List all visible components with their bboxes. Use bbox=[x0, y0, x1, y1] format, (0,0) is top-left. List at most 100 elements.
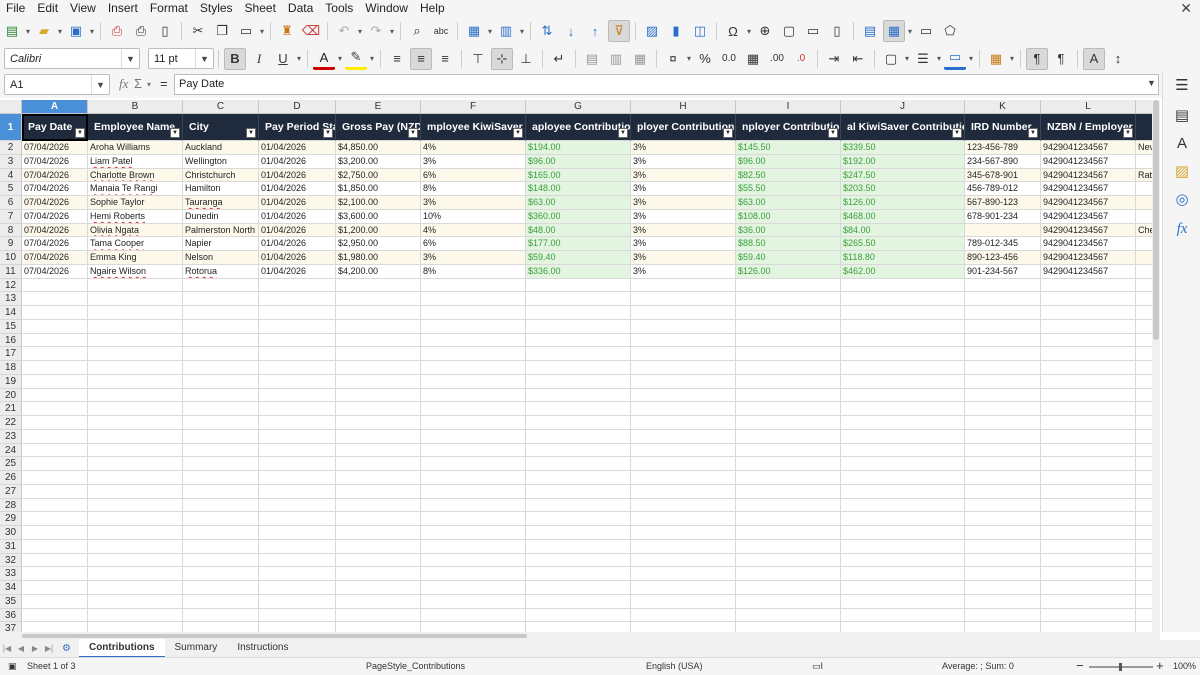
table-cell[interactable] bbox=[526, 512, 631, 526]
table-cell[interactable] bbox=[1136, 182, 1152, 196]
table-cell[interactable]: 678-901-234 bbox=[965, 209, 1041, 224]
table-cell[interactable] bbox=[526, 278, 631, 293]
insert-image-icon[interactable]: ▨ bbox=[641, 20, 663, 42]
currency-format-icon[interactable]: ¤ bbox=[662, 48, 684, 70]
table-cell[interactable] bbox=[841, 306, 965, 320]
table-cell[interactable] bbox=[22, 581, 88, 595]
autofilter-dropdown-icon[interactable]: ▼ bbox=[618, 128, 628, 138]
table-cell[interactable] bbox=[1041, 512, 1136, 526]
table-cell[interactable]: 07/04/2026 bbox=[22, 141, 88, 155]
table-cell[interactable]: Hemi Roberts bbox=[88, 209, 183, 224]
table-cell[interactable] bbox=[965, 471, 1041, 485]
row-header[interactable]: 33 bbox=[0, 567, 22, 581]
table-cell[interactable]: 3% bbox=[421, 154, 526, 169]
table-cell[interactable] bbox=[421, 443, 526, 458]
autofilter-icon[interactable]: ⊽ bbox=[608, 20, 630, 42]
table-cell[interactable]: $265.50 bbox=[841, 237, 965, 251]
table-cell[interactable] bbox=[1136, 553, 1152, 568]
table-cell[interactable] bbox=[1136, 196, 1152, 210]
table-cell[interactable] bbox=[22, 608, 88, 623]
column-header-h[interactable]: H bbox=[631, 100, 736, 114]
table-cell[interactable] bbox=[1041, 484, 1136, 499]
table-cell[interactable] bbox=[336, 512, 421, 526]
column-header-d[interactable]: D bbox=[259, 100, 336, 114]
sum-icon[interactable]: Σ bbox=[134, 76, 142, 91]
table-cell[interactable] bbox=[336, 457, 421, 471]
table-cell[interactable] bbox=[736, 416, 841, 430]
sort-ascending-icon[interactable]: ↓ bbox=[560, 20, 582, 42]
currency-dropdown-arrow[interactable]: ▾ bbox=[685, 54, 693, 63]
row-header[interactable]: 7 bbox=[0, 209, 22, 224]
table-cell[interactable] bbox=[965, 388, 1041, 403]
vertical-scroll-thumb[interactable] bbox=[1153, 100, 1159, 340]
menu-help[interactable]: Help bbox=[414, 0, 451, 17]
horizontal-scroll-thumb[interactable] bbox=[22, 634, 527, 638]
row-header[interactable]: 6 bbox=[0, 196, 22, 210]
table-cell[interactable]: 01/04/2026 bbox=[259, 182, 336, 196]
first-sheet-icon[interactable]: |◀ bbox=[0, 644, 14, 653]
table-cell[interactable] bbox=[1041, 361, 1136, 375]
font-color-icon[interactable]: A bbox=[313, 48, 335, 70]
table-cell[interactable] bbox=[259, 498, 336, 513]
table-cell[interactable]: 01/04/2026 bbox=[259, 168, 336, 183]
table-cell[interactable] bbox=[88, 594, 183, 609]
table-cell[interactable] bbox=[336, 347, 421, 361]
spreadsheet-grid[interactable]: ABCDEFGHIJKL 1 Pay Date ▼ Employee Name ▼ Cit… bbox=[0, 100, 1152, 632]
table-cell[interactable] bbox=[421, 567, 526, 581]
table-cell[interactable] bbox=[22, 539, 88, 554]
table-cell[interactable]: 01/04/2026 bbox=[259, 223, 336, 238]
table-cell[interactable]: 345-678-901 bbox=[965, 168, 1041, 183]
table-cell[interactable] bbox=[421, 319, 526, 334]
menu-tools[interactable]: Tools bbox=[319, 0, 359, 17]
header-cell[interactable]: mployee KiwiSaver Rate▼ bbox=[421, 114, 526, 141]
table-cell[interactable] bbox=[183, 319, 259, 334]
add-decimal-icon[interactable]: .00 bbox=[766, 48, 788, 70]
table-cell[interactable] bbox=[1136, 292, 1152, 306]
table-cell[interactable] bbox=[965, 333, 1041, 348]
table-cell[interactable] bbox=[183, 512, 259, 526]
increase-indent-icon[interactable]: ⇥ bbox=[823, 48, 845, 70]
table-cell[interactable] bbox=[259, 388, 336, 403]
table-cell[interactable] bbox=[841, 608, 965, 623]
table-cell[interactable]: $468.00 bbox=[841, 209, 965, 224]
hyperlink-icon[interactable]: ⊕ bbox=[754, 20, 776, 42]
table-cell[interactable] bbox=[736, 553, 841, 568]
table-cell[interactable] bbox=[421, 594, 526, 609]
table-cell[interactable]: Olivia Ngata bbox=[88, 223, 183, 238]
menu-styles[interactable]: Styles bbox=[194, 0, 239, 17]
row-header[interactable]: 1 bbox=[0, 114, 22, 141]
menu-sheet[interactable]: Sheet bbox=[239, 0, 282, 17]
table-cell[interactable]: 9429041234567 bbox=[1041, 251, 1136, 265]
table-cell[interactable] bbox=[88, 361, 183, 375]
language[interactable]: English (USA) bbox=[646, 661, 703, 671]
table-cell[interactable] bbox=[183, 471, 259, 485]
table-cell[interactable] bbox=[965, 512, 1041, 526]
row-header[interactable]: 27 bbox=[0, 484, 22, 499]
borders-icon[interactable]: ▢ bbox=[880, 48, 902, 70]
underline-button[interactable]: U bbox=[272, 48, 294, 70]
table-cell[interactable] bbox=[183, 416, 259, 430]
table-cell[interactable] bbox=[1041, 374, 1136, 389]
table-cell[interactable] bbox=[526, 306, 631, 320]
table-cell[interactable] bbox=[88, 526, 183, 540]
table-cell[interactable] bbox=[1041, 498, 1136, 513]
table-cell[interactable] bbox=[965, 361, 1041, 375]
table-cell[interactable] bbox=[183, 278, 259, 293]
column-header-j[interactable]: J bbox=[841, 100, 965, 114]
paste-icon[interactable]: ▭ bbox=[235, 20, 257, 42]
table-cell[interactable] bbox=[526, 594, 631, 609]
table-cell[interactable] bbox=[336, 471, 421, 485]
table-cell[interactable] bbox=[841, 484, 965, 499]
table-cell[interactable] bbox=[736, 512, 841, 526]
table-cell[interactable] bbox=[259, 581, 336, 595]
table-cell[interactable] bbox=[736, 429, 841, 444]
table-cell[interactable] bbox=[736, 539, 841, 554]
table-cell[interactable] bbox=[88, 581, 183, 595]
table-cell[interactable]: Wellington bbox=[183, 154, 259, 169]
print-icon[interactable]: ⎙ bbox=[130, 20, 152, 42]
table-cell[interactable] bbox=[22, 471, 88, 485]
font-color-dropdown-arrow[interactable]: ▾ bbox=[336, 54, 344, 63]
table-cell[interactable] bbox=[526, 484, 631, 499]
menu-view[interactable]: View bbox=[64, 0, 102, 17]
row-dropdown-arrow[interactable]: ▾ bbox=[486, 27, 494, 36]
